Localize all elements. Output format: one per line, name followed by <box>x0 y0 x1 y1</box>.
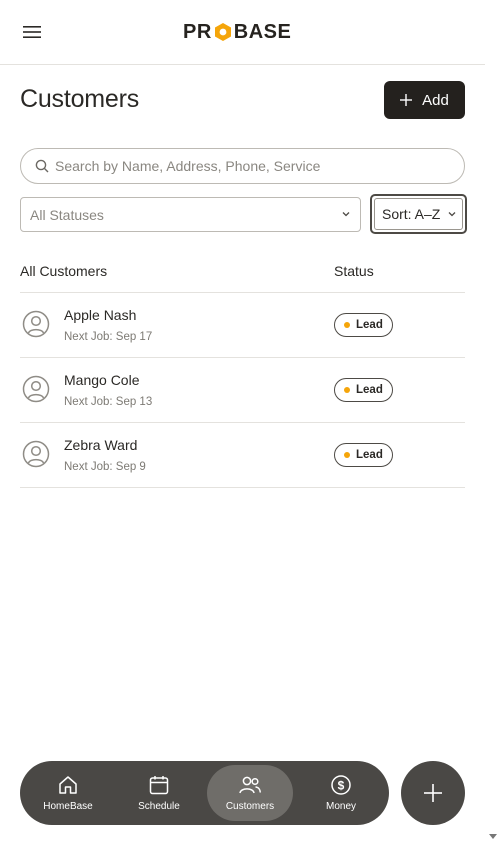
logo-text-left: PR <box>183 20 212 43</box>
customer-next-job: Next Job: Sep 17 <box>64 331 153 343</box>
status-dot <box>344 452 350 458</box>
nav-item-customers[interactable]: Customers <box>207 765 293 821</box>
search-field[interactable] <box>20 148 465 184</box>
dollar-circle-icon: $ <box>331 775 351 795</box>
user-avatar-icon <box>22 310 50 338</box>
nav-label: HomeBase <box>43 801 93 812</box>
status-label: Lead <box>356 384 383 396</box>
status-dot <box>344 387 350 393</box>
users-icon <box>239 776 262 794</box>
search-icon <box>35 159 49 173</box>
status-filter-select[interactable]: All Statuses <box>20 197 361 232</box>
nav-label: Schedule <box>138 801 180 812</box>
customer-row[interactable]: Apple Nash Next Job: Sep 17 Lead <box>20 293 465 358</box>
status-badge: Lead <box>334 313 393 337</box>
status-label: Lead <box>356 449 383 461</box>
nav-item-schedule[interactable]: Schedule <box>116 765 202 821</box>
calendar-icon <box>149 776 169 795</box>
customer-row[interactable]: Zebra Ward Next Job: Sep 9 Lead <box>20 423 465 488</box>
status-badge: Lead <box>334 443 393 467</box>
plus-icon <box>400 94 413 106</box>
home-icon <box>59 776 77 794</box>
customer-next-job: Next Job: Sep 9 <box>64 461 146 473</box>
svg-text:$: $ <box>338 779 345 793</box>
user-avatar-icon <box>22 375 50 403</box>
vertical-scrollbar[interactable] <box>485 0 500 845</box>
quick-add-fab-button[interactable] <box>401 761 465 825</box>
user-avatar-icon <box>22 440 50 468</box>
menu-icon <box>23 26 41 38</box>
status-filter-value: All Statuses <box>30 206 104 223</box>
page-title: Customers <box>20 85 140 113</box>
nav-item-money[interactable]: $ Money <box>298 765 384 821</box>
customers-page: PR BASE Customers Add All Statuses So <box>0 0 485 845</box>
probase-logo: PR BASE <box>183 21 291 43</box>
nav-item-homebase[interactable]: HomeBase <box>25 765 111 821</box>
sort-select[interactable]: Sort: A–Z <box>370 194 467 234</box>
column-header-customers: All Customers <box>20 263 108 279</box>
chevron-down-icon <box>342 212 350 217</box>
scroll-down-arrow-icon[interactable] <box>489 834 497 839</box>
customer-name: Apple Nash <box>64 307 137 323</box>
hamburger-menu-button[interactable] <box>20 20 44 44</box>
add-customer-button[interactable]: Add <box>384 81 465 119</box>
column-header-status: Status <box>334 263 374 279</box>
nav-label: Money <box>325 801 356 812</box>
nav-label: Customers <box>225 801 275 812</box>
plus-icon <box>424 784 442 802</box>
customer-row[interactable]: Mango Cole Next Job: Sep 13 Lead <box>20 358 465 423</box>
sort-value: Sort: A–Z <box>382 206 441 222</box>
logo-text-right: BASE <box>233 20 292 43</box>
customer-list-header: All Customers Status <box>20 262 465 293</box>
bottom-navigation: HomeBase Schedule Customers $ Money <box>20 761 389 825</box>
status-badge: Lead <box>334 378 393 402</box>
customer-name: Zebra Ward <box>64 437 138 453</box>
add-button-label: Add <box>422 91 449 109</box>
hexagon-logo-icon <box>214 23 231 41</box>
customer-next-job: Next Job: Sep 13 <box>64 396 153 408</box>
status-dot <box>344 322 350 328</box>
chevron-down-icon <box>448 212 456 217</box>
status-label: Lead <box>356 319 383 331</box>
customer-name: Mango Cole <box>64 372 140 388</box>
search-input[interactable] <box>55 158 445 174</box>
top-bar: PR BASE <box>0 0 485 65</box>
